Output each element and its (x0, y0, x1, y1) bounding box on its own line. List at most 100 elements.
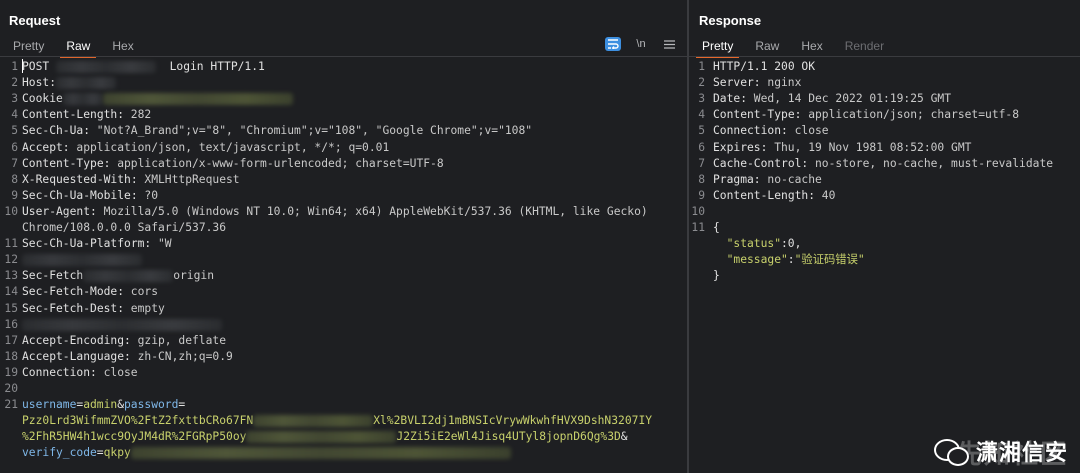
line-number: 12 (4, 253, 18, 267)
line-number: 14 (4, 285, 18, 299)
line-number: 1 (698, 60, 705, 73)
code-token: Content-Type: (22, 156, 118, 170)
response-tabs: Pretty Raw Hex Render (689, 36, 893, 58)
code-token: Sec-Ch-Ua: (22, 124, 97, 138)
code-token: :0, (781, 237, 802, 251)
line-number: 9 (11, 188, 18, 202)
code-line: 16 (0, 317, 687, 333)
code-token: Accept: (22, 140, 77, 154)
wrap-lines-icon[interactable] (605, 37, 621, 51)
redacted-text (22, 254, 142, 267)
code-line: } (689, 268, 1080, 284)
code-line: 11 { (689, 220, 1080, 236)
code-line: 21 username = admin & password = (0, 397, 687, 413)
request-editor[interactable]: 1 POST Login HTTP/1.1 2 Host: 3 Cookie 4 Conten… (0, 58, 687, 473)
redacted-text (253, 415, 374, 428)
code-token: Content-Type: (713, 108, 809, 122)
redacted-text (102, 93, 293, 106)
code-token: = (76, 398, 84, 412)
code-token: "验证码错误" (794, 253, 865, 267)
line-number: 10 (691, 204, 705, 218)
code-token: Content-Length: (22, 108, 131, 122)
code-token: HTTP/1.1 200 OK (713, 60, 816, 73)
code-line: 4 Content-Length: 282 (0, 107, 687, 123)
code-token: Login HTTP/1.1 (156, 60, 265, 73)
tab-render: Render (844, 39, 885, 53)
code-token: Cache-Control: (713, 156, 816, 170)
code-token: Connection: (713, 124, 795, 138)
code-token: Xl%2BVLI2dj1mBNSIcVrywWkwhfHVX9DshN3207I… (373, 414, 653, 428)
code-token: Host: (22, 76, 57, 90)
code-token: application/json, text/javascript, */*; … (76, 140, 390, 154)
code-token: = (96, 446, 104, 460)
code-token: application/json; charset=utf-8 (808, 108, 1020, 122)
code-token: password (124, 398, 179, 412)
code-token: = (178, 398, 186, 412)
code-token: : (787, 253, 795, 267)
response-editor[interactable]: 1 HTTP/1.1 200 OK 2 Server: nginx 3 Date: Wed… (689, 58, 1080, 473)
code-token: Pragma: (713, 172, 768, 186)
code-token: J2Zi5iE2eWl4Jisq4UTyl8jopnD6Qg%3D (396, 430, 621, 444)
code-line: Chrome/108.0.0.0 Safari/537.36 (0, 220, 687, 236)
line-number: 5 (698, 124, 705, 138)
code-token: Sec-Ch-Ua-Mobile: (22, 188, 145, 202)
response-tabs-divider (689, 56, 1080, 57)
line-number: 9 (698, 188, 705, 202)
redacted-text (56, 77, 116, 90)
code-token: no-cache (767, 172, 822, 186)
tab-pretty[interactable]: Pretty (13, 36, 44, 56)
code-line: 13 Sec-Fetch origin (0, 268, 687, 284)
tab-pretty[interactable]: Pretty (695, 36, 740, 58)
code-line: 15 Sec-Fetch-Dest: empty (0, 301, 687, 317)
code-token: empty (130, 301, 165, 315)
code-line: 10 (689, 204, 1080, 220)
code-token: verify_code (22, 446, 97, 460)
redacted-text (56, 61, 156, 73)
line-number: 7 (11, 156, 18, 170)
code-token: Mozilla/5.0 (Windows NT 10.0; Win64; x64… (103, 204, 648, 218)
tab-hex[interactable]: Hex (112, 36, 133, 56)
wechat-icon (933, 437, 969, 466)
code-token: X-Requested-With: (22, 172, 145, 186)
code-line: 10 User-Agent: Mozilla/5.0 (Windows NT 10… (0, 204, 687, 220)
line-number: 3 (11, 92, 18, 106)
line-number: 11 (691, 221, 705, 234)
code-line: Pzz0Lrd3WifmmZVO%2FtZ2fxttbCRo67FN Xl%2BV… (0, 413, 687, 429)
code-line: 4 Content-Type: application/json; charset… (689, 107, 1080, 123)
hamburger-menu-icon[interactable] (661, 37, 677, 51)
code-token: Sec-Ch-Ua-Platform: (22, 237, 159, 251)
line-number: 20 (4, 382, 18, 395)
code-token: no-store, no-cache, must-revalidate (815, 156, 1054, 170)
code-token: Sec-Fetch-Mode: (22, 285, 131, 299)
line-number: 8 (11, 172, 18, 186)
redacted-text (83, 270, 174, 283)
code-token: close (103, 365, 138, 379)
line-number: 11 (4, 237, 18, 251)
line-number: 17 (4, 333, 18, 347)
code-token: 40 (821, 188, 836, 202)
line-number: 21 (4, 398, 18, 412)
code-token: "Not?A_Brand";v="8", "Chromium";v="108",… (96, 124, 533, 138)
code-token: close (794, 124, 829, 138)
tab-raw[interactable]: Raw (755, 36, 779, 56)
code-line: 6 Accept: application/json, text/javascri… (0, 140, 687, 156)
code-line: verify_code = qkpy (0, 445, 687, 461)
line-number: 10 (4, 204, 18, 218)
code-token: Date: (713, 92, 754, 106)
code-token: Connection: (22, 365, 104, 379)
code-line: 3 Cookie (0, 91, 687, 107)
code-token: Sec-Fetch-Dest: (22, 301, 131, 315)
code-line: 8 X-Requested-With: XMLHttpRequest (0, 172, 687, 188)
code-token: gzip, deflate (137, 333, 227, 347)
code-token: admin (83, 398, 118, 412)
redacted-text (62, 93, 103, 106)
code-line: 1 HTTP/1.1 200 OK (689, 59, 1080, 75)
code-line: 2 Server: nginx (689, 75, 1080, 91)
newline-toggle-button[interactable]: \n (633, 37, 649, 51)
tab-raw[interactable]: Raw (60, 36, 97, 58)
tab-hex[interactable]: Hex (801, 36, 822, 56)
code-token: zh-CN,zh;q=0.9 (137, 349, 233, 363)
code-line: 8 Pragma: no-cache (689, 172, 1080, 188)
watermark: 潇湘信安 (933, 435, 1068, 467)
line-number: 16 (4, 317, 18, 331)
